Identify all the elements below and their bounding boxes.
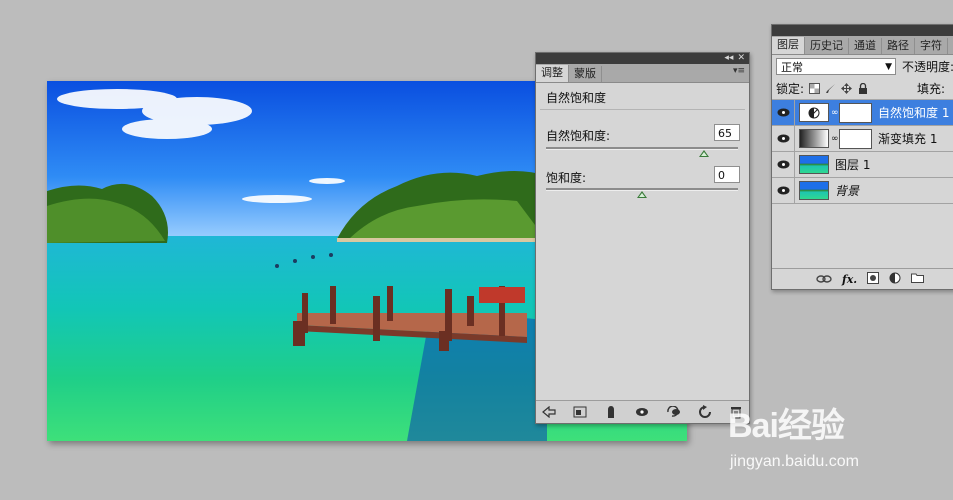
- view-previous-icon[interactable]: [666, 404, 682, 420]
- blend-mode-select[interactable]: 正常 ▼: [776, 57, 896, 75]
- lock-move-icon[interactable]: [841, 82, 853, 94]
- layers-tabs: 图层 历史记 通道 路径 字符 段: [772, 36, 953, 55]
- tab-channels[interactable]: 通道: [849, 38, 882, 54]
- link-layers-icon[interactable]: [816, 272, 832, 286]
- tab-history[interactable]: 历史记: [805, 38, 849, 54]
- lock-all-icon[interactable]: [857, 82, 868, 94]
- saturation-label: 饱和度:: [546, 171, 587, 185]
- tab-adjustments[interactable]: 调整: [536, 65, 569, 82]
- layer-mask-thumbnail[interactable]: [839, 128, 872, 149]
- adjustment-layer-icon: [799, 103, 829, 122]
- adjustments-panel: ◂◂ ✕ 调整 蒙版 ▾≡ 自然饱和度 自然饱和度: 65 饱和度: 0: [535, 52, 750, 424]
- layer-name: 图层 1: [835, 158, 871, 172]
- vibrance-slider-thumb[interactable]: [699, 150, 710, 157]
- adjustment-title: 自然饱和度: [540, 83, 745, 110]
- tab-character[interactable]: 字符: [915, 38, 948, 54]
- layer-gradient-fill[interactable]: ∞ 渐变填充 1: [772, 126, 953, 152]
- baidu-watermark: Bai经验 jingyan.baidu.com: [728, 398, 928, 488]
- reset-icon[interactable]: [697, 404, 713, 420]
- opacity-label: 不透明度:: [902, 59, 953, 74]
- adjustments-titlebar[interactable]: ◂◂ ✕: [536, 53, 749, 64]
- lock-brush-icon[interactable]: [825, 83, 836, 94]
- chain-link-icon[interactable]: ∞: [831, 108, 839, 118]
- saturation-slider-thumb[interactable]: [637, 191, 647, 198]
- expand-view-icon[interactable]: [572, 404, 588, 420]
- vibrance-input[interactable]: 65: [714, 124, 740, 141]
- eye-icon[interactable]: [772, 152, 795, 177]
- layer-mask-thumbnail[interactable]: [839, 102, 872, 123]
- add-mask-icon[interactable]: [867, 271, 880, 287]
- gradient-thumbnail: [799, 129, 829, 148]
- lock-row: 锁定: 填充:: [772, 77, 953, 100]
- back-arrow-icon[interactable]: [541, 404, 557, 420]
- lock-label: 锁定:: [776, 81, 805, 96]
- close-icon[interactable]: ✕: [737, 53, 745, 64]
- image-thumbnail: [799, 155, 829, 174]
- watermark-brand: Bai经验: [728, 407, 845, 445]
- layer-list: ∞ 自然饱和度 1 ∞ 渐变填充 1 图层 1 背景: [772, 100, 953, 204]
- new-group-icon[interactable]: [911, 272, 925, 286]
- tab-paths[interactable]: 路径: [882, 38, 915, 54]
- chevron-down-icon: ▼: [885, 61, 892, 72]
- panel-menu-icon[interactable]: ▾≡: [733, 66, 745, 76]
- blend-row: 正常 ▼ 不透明度:: [772, 55, 953, 77]
- clip-layer-icon[interactable]: [603, 404, 619, 420]
- vibrance-label: 自然饱和度:: [546, 129, 611, 143]
- layer-effects-icon[interactable]: fx.: [842, 273, 857, 286]
- watermark-url: jingyan.baidu.com: [730, 453, 859, 470]
- visibility-eye-icon[interactable]: [634, 404, 650, 420]
- tab-masks[interactable]: 蒙版: [569, 66, 602, 82]
- layers-titlebar[interactable]: [772, 25, 953, 36]
- chain-link-icon[interactable]: ∞: [831, 134, 839, 144]
- lock-transparency-icon[interactable]: [809, 82, 821, 94]
- layers-footer: fx.: [772, 268, 953, 289]
- adjustments-tabs: 调整 蒙版 ▾≡: [536, 64, 749, 83]
- layer-vibrance[interactable]: ∞ 自然饱和度 1: [772, 100, 953, 126]
- tab-paragraph[interactable]: 段: [948, 38, 953, 54]
- layer-image-1[interactable]: 图层 1: [772, 152, 953, 178]
- eye-icon[interactable]: [772, 178, 795, 203]
- layer-name: 自然饱和度 1: [878, 106, 950, 120]
- eye-icon[interactable]: [772, 100, 795, 125]
- image-thumbnail: [799, 181, 829, 200]
- new-adjustment-icon[interactable]: [889, 272, 901, 287]
- layer-name: 渐变填充 1: [878, 132, 938, 146]
- blend-mode-value: 正常: [781, 60, 803, 74]
- layer-background[interactable]: 背景: [772, 178, 953, 204]
- saturation-input[interactable]: 0: [714, 166, 740, 183]
- fill-label: 填充:: [917, 81, 946, 96]
- layer-name: 背景: [835, 184, 860, 198]
- adjustments-footer: [536, 400, 749, 423]
- layers-panel: 图层 历史记 通道 路径 字符 段 正常 ▼ 不透明度: 锁定: 填充:: [771, 24, 953, 290]
- tab-layers[interactable]: 图层: [772, 37, 805, 54]
- collapse-icon[interactable]: ◂◂: [724, 53, 733, 64]
- eye-icon[interactable]: [772, 126, 795, 151]
